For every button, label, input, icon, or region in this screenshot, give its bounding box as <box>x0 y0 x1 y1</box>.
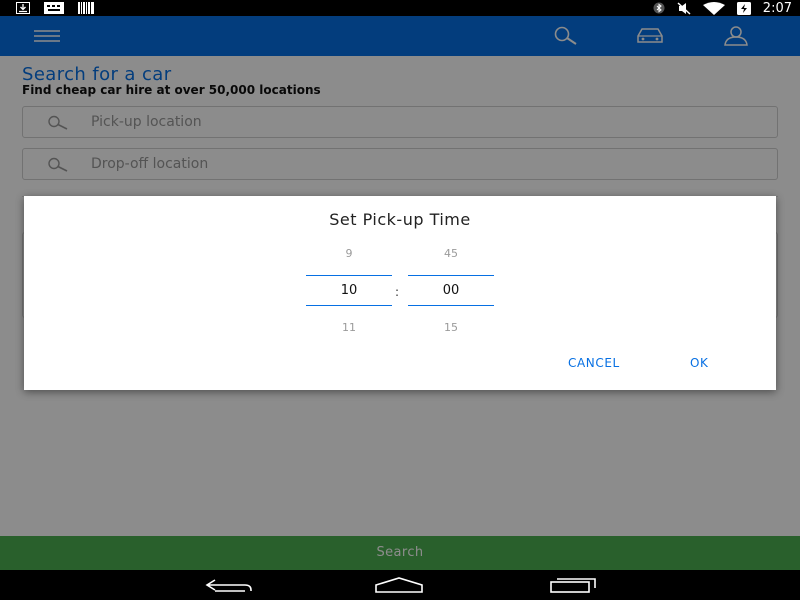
cancel-button[interactable]: CANCEL <box>568 356 620 370</box>
recent-apps-icon[interactable] <box>540 570 606 600</box>
status-bar: 2:07 <box>0 0 800 16</box>
hour-selected[interactable]: 10 <box>306 275 392 306</box>
battery-charging-icon <box>736 1 751 15</box>
minute-previous[interactable]: 45 <box>408 247 494 260</box>
ok-button[interactable]: OK <box>690 356 709 370</box>
time-separator: : <box>395 285 400 299</box>
navigation-bar <box>0 570 800 600</box>
status-time: 2:07 <box>762 0 792 16</box>
minute-next[interactable]: 15 <box>408 321 494 334</box>
barcode-icon <box>78 2 94 14</box>
bluetooth-icon <box>653 2 665 14</box>
hour-previous[interactable]: 9 <box>306 247 392 260</box>
download-icon <box>16 2 30 14</box>
mute-icon <box>677 1 691 15</box>
minute-picker[interactable]: 45 00 15 <box>408 196 494 390</box>
hour-picker[interactable]: 9 10 11 <box>306 196 392 390</box>
time-picker-dialog: Set Pick-up Time 9 10 11 : 45 00 15 CANC… <box>24 196 776 390</box>
minute-selected[interactable]: 00 <box>408 275 494 306</box>
wifi-icon <box>702 1 725 15</box>
back-icon[interactable] <box>196 570 262 600</box>
dialog-title: Set Pick-up Time <box>329 210 471 229</box>
keyboard-icon <box>44 2 64 14</box>
hour-next[interactable]: 11 <box>306 321 392 334</box>
home-icon[interactable] <box>366 570 432 600</box>
